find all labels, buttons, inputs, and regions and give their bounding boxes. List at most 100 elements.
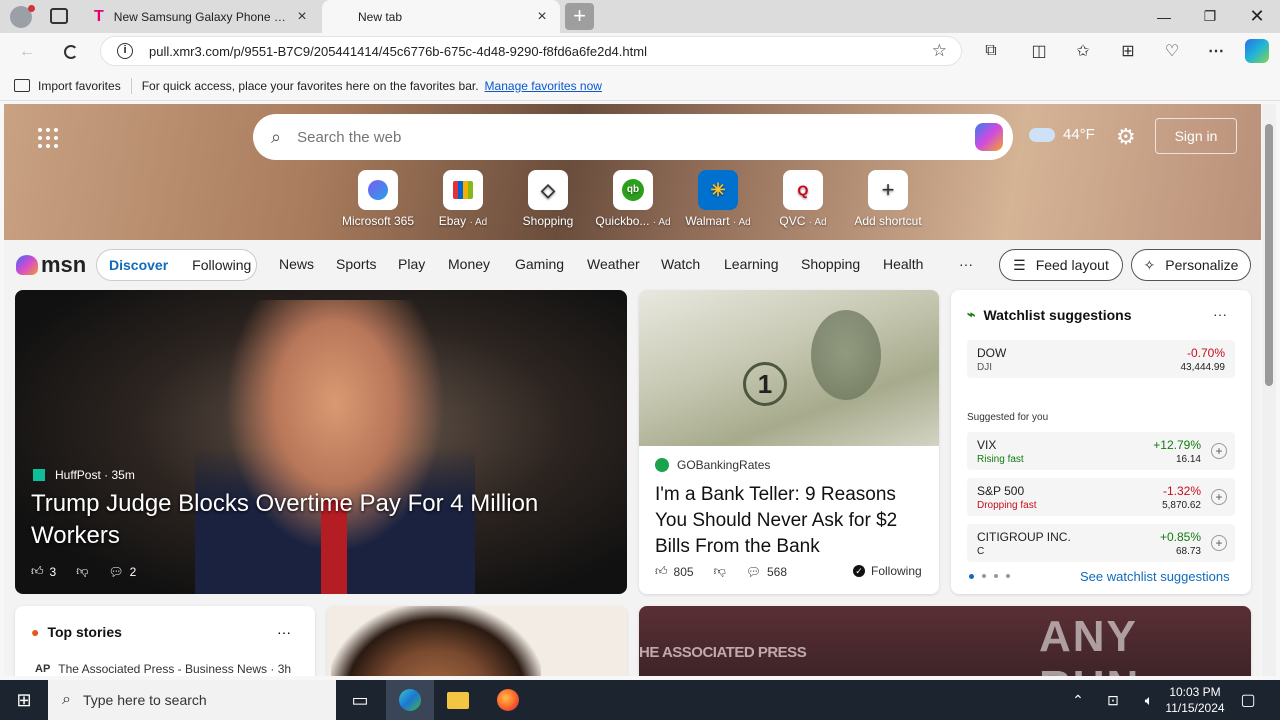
stock-row-dow[interactable]: DOW DJI -0.70% 43,444.99 bbox=[967, 340, 1235, 378]
shortcut-walmart[interactable]: ✳ Walmart · Ad bbox=[678, 170, 758, 228]
maximize-button[interactable]: ❐ bbox=[1187, 0, 1233, 33]
info-icon[interactable]: i bbox=[117, 43, 133, 59]
edge-taskbar-icon[interactable] bbox=[386, 680, 434, 720]
address-bar[interactable]: i pull.xmr3.com/p/9551-B7C9/205441414/45… bbox=[100, 36, 962, 66]
shortcut-add[interactable]: + Add shortcut bbox=[848, 170, 928, 228]
taskbar-search[interactable]: ⌕ Type here to search bbox=[48, 680, 336, 720]
firefox-icon[interactable] bbox=[484, 680, 532, 720]
sign-in-button[interactable]: Sign in bbox=[1155, 118, 1237, 154]
bank-story-card[interactable]: 1 GOBankingRates I'm a Bank Teller: 9 Re… bbox=[639, 290, 939, 594]
stock-row-sp500[interactable]: S&P 500 Dropping fast -1.32% 5,870.62 + bbox=[967, 478, 1235, 516]
add-to-watchlist-icon[interactable]: + bbox=[1211, 489, 1227, 505]
back-icon[interactable]: ← bbox=[14, 39, 40, 65]
tab-discover[interactable]: Discover bbox=[109, 257, 168, 273]
nav-health[interactable]: Health bbox=[883, 256, 923, 272]
shortcut-shopping[interactable]: ◇ Shopping bbox=[508, 170, 588, 228]
copilot-search-icon[interactable] bbox=[975, 123, 1003, 151]
extensions-icon[interactable]: ⧉ bbox=[978, 38, 1004, 64]
notification-center-icon[interactable]: ▢ bbox=[1226, 680, 1270, 720]
favorites-icon[interactable]: ✩ bbox=[1070, 38, 1096, 64]
ap-video-card[interactable]: HE ASSOCIATED PRESS ANY RUN bbox=[639, 606, 1251, 676]
shortcut-ebay[interactable]: Ebay · Ad bbox=[423, 170, 503, 228]
walmart-icon: ✳ bbox=[698, 170, 738, 210]
copilot-icon[interactable] bbox=[1245, 39, 1269, 63]
comment-icon[interactable]: 💬︎ bbox=[746, 565, 761, 579]
thumbs-up-icon[interactable]: 👍︎ bbox=[31, 564, 44, 579]
collections-icon[interactable]: ⊞ bbox=[1115, 38, 1141, 64]
nav-shopping[interactable]: Shopping bbox=[801, 256, 860, 272]
close-tab-icon[interactable]: × bbox=[294, 8, 310, 26]
new-tab-page: ⌕ 44°F ⚙ Sign in Microsoft 365 Ebay · Ad… bbox=[4, 104, 1261, 676]
close-window-button[interactable]: ✕ bbox=[1234, 0, 1280, 33]
tray-chevron-icon[interactable]: ⌃ bbox=[1056, 680, 1100, 720]
file-explorer-icon[interactable] bbox=[434, 680, 482, 720]
top-stories-more-button[interactable]: ··· bbox=[277, 624, 291, 640]
settings-icon[interactable]: ⚙ bbox=[1116, 124, 1136, 150]
split-screen-icon[interactable]: ◫ bbox=[1026, 38, 1052, 64]
lead-story-card[interactable]: HuffPost · 35m Trump Judge Blocks Overti… bbox=[15, 290, 627, 594]
add-to-watchlist-icon[interactable]: + bbox=[1211, 535, 1227, 551]
tab-new-tab[interactable]: New tab × bbox=[322, 0, 560, 33]
nav-more-button[interactable]: ··· bbox=[959, 256, 973, 272]
following-badge[interactable]: ✓ Following bbox=[853, 564, 922, 578]
tab-following[interactable]: Following bbox=[192, 257, 251, 273]
new-tab-button[interactable]: + bbox=[565, 3, 594, 30]
watchlist-card: ⌁ Watchlist suggestions ··· DOW DJI -0.7… bbox=[951, 290, 1251, 594]
nav-learning[interactable]: Learning bbox=[724, 256, 779, 272]
story-title[interactable]: I'm a Bank Teller: 9 Reasons You Should … bbox=[655, 482, 927, 560]
nav-play[interactable]: Play bbox=[398, 256, 425, 272]
import-favorites-icon[interactable] bbox=[14, 79, 30, 92]
thumbs-down-icon[interactable]: 👎︎ bbox=[714, 564, 726, 579]
manage-favorites-link[interactable]: Manage favorites now bbox=[485, 79, 602, 93]
sliders-icon: ☰ bbox=[1013, 256, 1026, 273]
weather-widget[interactable]: 44°F bbox=[1029, 126, 1095, 143]
task-view-icon[interactable]: ▭ bbox=[336, 680, 384, 720]
stock-row-vix[interactable]: VIX Rising fast +12.79% 16.14 + bbox=[967, 432, 1235, 470]
nav-money[interactable]: Money bbox=[448, 256, 490, 272]
clock[interactable]: 10:03 PM 11/15/2024 bbox=[1164, 684, 1226, 716]
watchlist-more-button[interactable]: ··· bbox=[1213, 306, 1227, 322]
minimize-button[interactable]: — bbox=[1141, 0, 1187, 33]
shortcut-quickbooks[interactable]: qb Quickbo... · Ad bbox=[593, 170, 673, 228]
web-search-box[interactable]: ⌕ bbox=[253, 114, 1013, 160]
feed-layout-button[interactable]: ☰ Feed layout bbox=[999, 249, 1123, 281]
msn-logo[interactable]: msn bbox=[16, 252, 86, 278]
nav-weather[interactable]: Weather bbox=[587, 256, 640, 272]
nav-gaming[interactable]: Gaming bbox=[515, 256, 564, 272]
shortcut-microsoft-365[interactable]: Microsoft 365 bbox=[338, 170, 418, 228]
windows-start-icon[interactable]: ⊞ bbox=[0, 680, 48, 720]
network-icon[interactable]: ⊡ bbox=[1096, 680, 1130, 720]
personalize-button[interactable]: ✧ Personalize bbox=[1131, 249, 1251, 281]
add-to-watchlist-icon[interactable]: + bbox=[1211, 443, 1227, 459]
stock-change: -0.70% bbox=[1186, 346, 1225, 360]
notification-dot bbox=[28, 5, 35, 12]
apps-launcher-icon[interactable] bbox=[38, 128, 58, 148]
thumbs-up-icon[interactable]: 👍︎ bbox=[655, 564, 668, 579]
loading-icon[interactable] bbox=[58, 39, 84, 65]
story-card-portrait[interactable] bbox=[327, 606, 627, 676]
comment-icon[interactable]: 💬︎ bbox=[108, 565, 123, 579]
tab-actions-icon[interactable] bbox=[50, 8, 68, 24]
carousel-dots[interactable] bbox=[969, 574, 1010, 579]
shortcut-qvc[interactable]: Q QVC · Ad bbox=[763, 170, 843, 228]
import-favorites-button[interactable]: Import favorites bbox=[38, 79, 121, 93]
browser-essentials-icon[interactable]: ♡ bbox=[1159, 38, 1185, 64]
stock-row-citigroup[interactable]: CITIGROUP INC. C +0.85% 68.73 + bbox=[967, 524, 1235, 562]
see-watchlist-link[interactable]: See watchlist suggestions bbox=[1080, 569, 1230, 584]
thumbs-down-icon[interactable]: 👎︎ bbox=[76, 564, 88, 579]
search-input[interactable] bbox=[297, 128, 975, 146]
tab-samsung[interactable]: T New Samsung Galaxy Phone Dea × bbox=[84, 0, 320, 33]
star-icon[interactable]: ☆ bbox=[932, 41, 947, 61]
nav-sports[interactable]: Sports bbox=[336, 256, 376, 272]
close-tab-icon[interactable]: × bbox=[534, 8, 550, 26]
volume-icon[interactable]: 🔈︎ bbox=[1132, 680, 1166, 720]
stock-trend-icon: ⌁ bbox=[967, 306, 976, 322]
nav-watch[interactable]: Watch bbox=[661, 256, 700, 272]
nav-news[interactable]: News bbox=[279, 256, 314, 272]
page-scrollbar[interactable] bbox=[1262, 104, 1276, 676]
favorites-hint: For quick access, place your favorites h… bbox=[141, 78, 479, 93]
tab-title: New Samsung Galaxy Phone Dea bbox=[113, 9, 294, 24]
more-options-icon[interactable]: ⋯ bbox=[1203, 38, 1229, 64]
scroll-thumb[interactable] bbox=[1265, 124, 1273, 386]
story-title[interactable]: Trump Judge Blocks Overtime Pay For 4 Mi… bbox=[31, 488, 591, 552]
